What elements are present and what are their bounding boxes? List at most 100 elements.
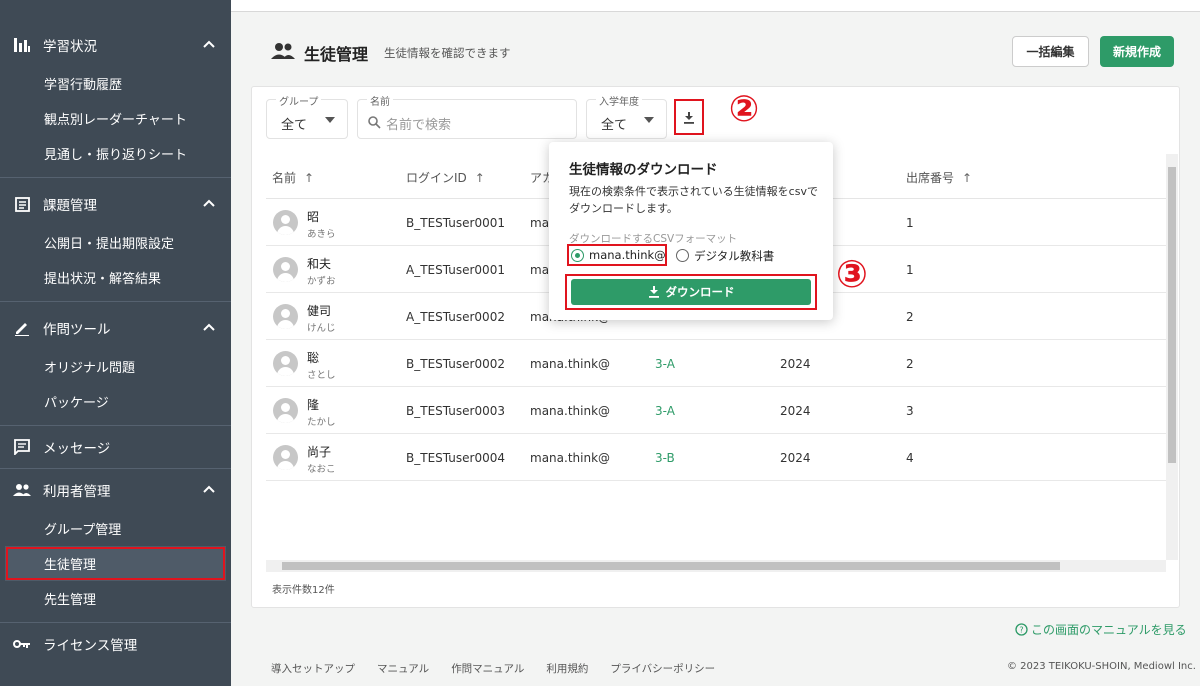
pencil-icon	[12, 318, 32, 338]
sidebar-item-reflection-sheet[interactable]: 見通し・振り返りシート	[0, 136, 231, 171]
sidebar-item-packages[interactable]: パッケージ	[0, 384, 231, 419]
student-kana: たかし	[307, 417, 336, 428]
callout-two-label: ②	[728, 88, 760, 130]
sidebar-head-label: ライセンス管理	[43, 638, 138, 654]
vertical-scroll-thumb[interactable]	[1168, 167, 1176, 463]
table-row[interactable]: 隆 たかし B_TESTuser0003 mana.think@ 3-A 202…	[266, 387, 1166, 434]
callout-two: ②	[712, 81, 776, 137]
col-number[interactable]: 出席番号 ↑	[906, 169, 972, 186]
attendance-number: 2	[906, 310, 914, 324]
horizontal-scroll-thumb[interactable]	[282, 562, 1060, 570]
name-search[interactable]: 名前 名前で検索	[357, 93, 577, 139]
sidebar-head-label: 作問ツール	[43, 322, 111, 338]
sidebar-head-label: 学習状況	[43, 39, 97, 55]
sidebar-head-users[interactable]: 利用者管理	[0, 469, 231, 511]
download-popup: 生徒情報のダウンロード 現在の検索条件で表示されている生徒情報をcsvでダウンロ…	[549, 142, 833, 320]
chevron-up-icon[interactable]	[203, 321, 215, 333]
svg-text:?: ?	[1019, 626, 1023, 635]
account: mana.think@	[530, 357, 611, 371]
attendance-number: 1	[906, 263, 914, 277]
popup-download-button[interactable]: ダウンロード	[571, 279, 811, 305]
login-id: B_TESTuser0003	[406, 404, 505, 418]
footer-link-authoring-manual[interactable]: 作問マニュアル	[451, 661, 524, 676]
account: mana.think@	[530, 451, 611, 465]
page-subtitle: 生徒情報を確認できます	[384, 46, 511, 60]
group-filter[interactable]: グループ 全て	[266, 93, 348, 139]
radio-digital-textbook[interactable]	[676, 249, 689, 262]
sidebar-head-assignments[interactable]: 課題管理	[0, 183, 231, 225]
sidebar-head-message[interactable]: メッセージ	[0, 426, 231, 468]
document-icon	[12, 194, 32, 214]
people-icon	[271, 42, 295, 60]
sidebar-section-message: メッセージ	[0, 426, 231, 469]
sidebar-head-learning[interactable]: 学習状況	[0, 24, 231, 66]
year-filter-value: 全て	[601, 118, 628, 133]
copyright: © 2023 TEIKOKU-SHOIN, Mediowl Inc.	[1007, 661, 1196, 672]
group-link[interactable]: 3-A	[655, 357, 675, 371]
sort-arrow-icon: ↑	[304, 170, 315, 185]
caret-down-icon	[325, 117, 335, 123]
manual-link[interactable]: ? この画面のマニュアルを見る	[1015, 621, 1187, 638]
enrollment-year: 2024	[780, 451, 811, 465]
login-id: B_TESTuser0002	[406, 357, 505, 371]
callout-three-label: ③	[835, 252, 869, 296]
bulk-edit-button[interactable]: 一括編集	[1012, 36, 1089, 67]
table-row[interactable]: 聡 さとし B_TESTuser0002 mana.think@ 3-A 202…	[266, 340, 1166, 387]
new-create-button[interactable]: 新規作成	[1100, 36, 1174, 67]
avatar	[273, 304, 298, 329]
main-content: 生徒管理 生徒情報を確認できます 一括編集 新規作成 グループ 全て 名前 名前…	[231, 12, 1200, 686]
name-search-input[interactable]: 名前で検索	[386, 114, 451, 133]
table-row[interactable]: 尚子 なおこ B_TESTuser0004 mana.think@ 3-B 20…	[266, 434, 1166, 481]
record-count: 表示件数12件	[272, 585, 335, 596]
enrollment-year: 2024	[780, 357, 811, 371]
popup-title: 生徒情報のダウンロード	[569, 162, 718, 178]
sidebar-item-teachers[interactable]: 先生管理	[0, 581, 231, 616]
download-icon	[684, 111, 694, 124]
year-filter[interactable]: 入学年度 全て	[586, 93, 667, 139]
sidebar-section-authoring: 作問ツール オリジナル問題 パッケージ	[0, 307, 231, 426]
account: mana.think@	[530, 404, 611, 418]
page-title: 生徒管理	[304, 45, 369, 64]
sidebar-item-submission-status[interactable]: 提出状況・解答結果	[0, 260, 231, 295]
attendance-number: 4	[906, 451, 914, 465]
footer-link-privacy[interactable]: プライバシーポリシー	[610, 661, 715, 676]
sidebar-item-radar-chart[interactable]: 観点別レーダーチャート	[0, 101, 231, 136]
chevron-up-icon[interactable]	[203, 483, 215, 495]
student-name: 健司	[307, 304, 332, 318]
sidebar-head-authoring[interactable]: 作問ツール	[0, 307, 231, 349]
col-login[interactable]: ログインID ↑	[406, 169, 485, 186]
col-name[interactable]: 名前 ↑	[272, 169, 314, 186]
chevron-up-icon[interactable]	[203, 197, 215, 209]
login-id: A_TESTuser0001	[406, 263, 505, 277]
radio-mana-think[interactable]	[571, 249, 584, 262]
avatar	[273, 398, 298, 423]
footer-link-setup[interactable]: 導入セットアップ	[271, 661, 355, 676]
group-link[interactable]: 3-B	[655, 451, 675, 465]
group-link[interactable]: 3-A	[655, 404, 675, 418]
message-icon	[12, 437, 32, 457]
popup-download-label: ダウンロード	[665, 285, 735, 299]
sidebar-head-label: 利用者管理	[43, 484, 111, 500]
sidebar-item-groups[interactable]: グループ管理	[0, 511, 231, 546]
sidebar: 学習状況 学習行動履歴 観点別レーダーチャート 見通し・振り返りシート 課題管理…	[0, 0, 231, 686]
year-filter-label: 入学年度	[596, 93, 642, 108]
sidebar-item-activity-history[interactable]: 学習行動履歴	[0, 66, 231, 101]
search-icon	[368, 114, 382, 129]
chevron-up-icon[interactable]	[203, 38, 215, 50]
footer-link-terms[interactable]: 利用規約	[546, 661, 588, 676]
sidebar-item-original-questions[interactable]: オリジナル問題	[0, 349, 231, 384]
student-kana: あきら	[307, 229, 336, 240]
top-bar	[231, 0, 1200, 12]
sidebar-item-students[interactable]: 生徒管理	[5, 546, 226, 581]
sidebar-item-publish-settings[interactable]: 公開日・提出期限設定	[0, 225, 231, 260]
student-name: 昭	[307, 210, 320, 224]
key-icon	[12, 634, 32, 654]
sidebar-section-users: 利用者管理 グループ管理 生徒管理 先生管理	[0, 469, 231, 623]
attendance-number: 1	[906, 216, 914, 230]
footer-link-manual[interactable]: マニュアル	[377, 661, 429, 676]
group-filter-label: グループ	[276, 93, 322, 108]
avatar	[273, 445, 298, 470]
download-button[interactable]	[674, 99, 704, 135]
sidebar-head-license[interactable]: ライセンス管理	[0, 623, 231, 665]
enrollment-year: 2024	[780, 404, 811, 418]
